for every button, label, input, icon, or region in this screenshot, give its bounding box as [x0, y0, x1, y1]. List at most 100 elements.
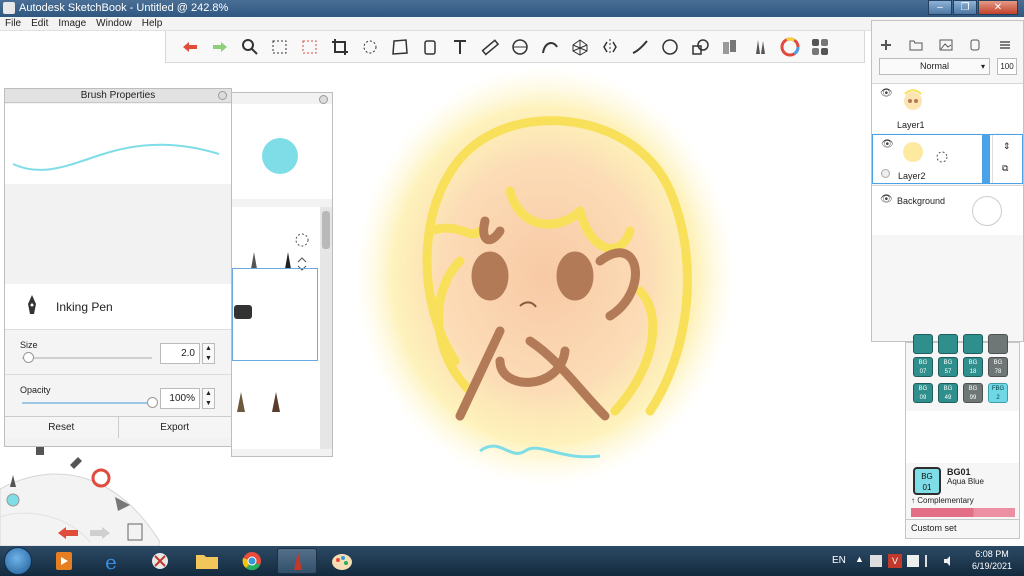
- copic-library-icon[interactable]: [716, 33, 743, 60]
- minimize-icon[interactable]: –: [928, 0, 952, 15]
- select-icon[interactable]: [266, 33, 293, 60]
- file-explorer-icon[interactable]: [187, 548, 227, 574]
- fill-icon[interactable]: [416, 33, 443, 60]
- copic-chip-bg57[interactable]: BG 57: [938, 357, 958, 377]
- transform-icon[interactable]: [356, 33, 383, 60]
- copic-chip-fbg2[interactable]: FBG 2: [988, 383, 1008, 403]
- layer-lock-radio[interactable]: [881, 169, 890, 178]
- media-player-icon[interactable]: [44, 548, 84, 574]
- stroke-icon[interactable]: [626, 33, 653, 60]
- layer-menu-icon[interactable]: [999, 39, 1011, 54]
- size-stepper[interactable]: ▲ ▼: [202, 343, 215, 364]
- visibility-eye-icon[interactable]: 👁: [881, 139, 894, 150]
- custom-set-label[interactable]: Custom set: [911, 523, 957, 533]
- copic-chip-bg07[interactable]: BG 07: [913, 357, 933, 377]
- tray-expand-icon[interactable]: ▲: [855, 554, 864, 564]
- visibility-eye-icon[interactable]: 👁: [880, 194, 893, 205]
- paint-icon[interactable]: [322, 548, 362, 574]
- text-icon[interactable]: [446, 33, 473, 60]
- opacity-stepper[interactable]: ▲ ▼: [202, 388, 215, 409]
- reset-button[interactable]: Reset: [5, 417, 118, 438]
- chrome-icon[interactable]: [232, 548, 272, 574]
- layer-name: Background: [897, 196, 946, 206]
- shape-icon[interactable]: [656, 33, 683, 60]
- maximize-icon[interactable]: ❐: [953, 0, 977, 15]
- visibility-eye-icon[interactable]: 👁: [880, 88, 893, 99]
- opacity-slider-track[interactable]: [22, 402, 152, 404]
- blend-mode-select[interactable]: Normal: [879, 58, 990, 75]
- brush-properties-close-icon[interactable]: [218, 91, 227, 100]
- size-slider-knob[interactable]: [23, 352, 35, 363]
- copic-chip-bg18[interactable]: BG 18: [963, 357, 983, 377]
- layer-row-layer1[interactable]: 👁 Layer1: [872, 83, 1023, 133]
- lagoon-tool-icon: [36, 447, 44, 455]
- distort-icon[interactable]: [386, 33, 413, 60]
- current-copic-chip[interactable]: BG 01: [913, 467, 941, 495]
- add-layer-icon[interactable]: [880, 39, 892, 54]
- network-warning-icon[interactable]: [907, 555, 919, 567]
- menu-window[interactable]: Window: [91, 17, 137, 30]
- copic-chip-bg78[interactable]: BG 78: [988, 357, 1008, 377]
- layer-row-layer2[interactable]: 👁 Layer2 ⇕ ⧉: [872, 134, 1023, 184]
- clock[interactable]: 6:08 PM 6/19/2021: [972, 548, 1012, 572]
- size-value[interactable]: 2.0: [160, 343, 200, 364]
- menu-help[interactable]: Help: [137, 17, 168, 30]
- brush-library-close-icon[interactable]: [319, 95, 328, 104]
- volume-icon[interactable]: [943, 555, 955, 567]
- antivirus-tray-icon[interactable]: V: [888, 554, 902, 568]
- menu-file[interactable]: File: [0, 17, 26, 30]
- copic-chip-bg09[interactable]: BG 09: [913, 383, 933, 403]
- perspective-icon[interactable]: [566, 33, 593, 60]
- copic-chip[interactable]: [938, 334, 958, 354]
- copic-chip-bg99[interactable]: BG 99: [963, 383, 983, 403]
- complementary-color-bar[interactable]: [911, 508, 1015, 517]
- copic-chip[interactable]: [963, 334, 983, 354]
- signal-icon[interactable]: [925, 555, 937, 567]
- brush-library-scrollbar[interactable]: [320, 207, 332, 449]
- sketchbook-taskbar-icon[interactable]: [277, 548, 317, 574]
- menu-edit[interactable]: Edit: [26, 17, 53, 30]
- layer-row-background[interactable]: 👁 Background: [872, 185, 1023, 235]
- symmetry-icon[interactable]: [596, 33, 623, 60]
- crop-icon[interactable]: [326, 33, 353, 60]
- folder-icon[interactable]: [909, 39, 923, 54]
- stamp-icon[interactable]: [686, 33, 713, 60]
- ellipse-guide-icon[interactable]: [506, 33, 533, 60]
- export-button[interactable]: Export: [117, 417, 232, 438]
- copic-chip[interactable]: [913, 334, 933, 354]
- snipping-tool-icon[interactable]: [140, 548, 180, 574]
- brush-library-icon[interactable]: [746, 33, 773, 60]
- tray-app-icon[interactable]: [870, 555, 882, 567]
- language-indicator[interactable]: EN: [832, 555, 846, 566]
- layer-opacity-field[interactable]: 100: [997, 58, 1017, 75]
- brush-color-swatch[interactable]: [262, 138, 298, 174]
- active-layer-indicator: [982, 134, 990, 184]
- start-button[interactable]: [4, 547, 32, 575]
- redo-icon[interactable]: [206, 33, 233, 60]
- internet-explorer-icon[interactable]: e: [93, 548, 133, 574]
- zoom-icon[interactable]: [236, 33, 263, 60]
- opacity-slider-knob[interactable]: [146, 397, 158, 408]
- lasso-select-icon[interactable]: [296, 33, 323, 60]
- opacity-value[interactable]: 100%: [160, 388, 200, 409]
- color-wheel-icon[interactable]: [776, 33, 803, 60]
- image-layer-icon[interactable]: [939, 39, 953, 54]
- merge-layer-icon[interactable]: ⧉: [1002, 163, 1008, 174]
- copic-chip-bg49[interactable]: BG 49: [938, 383, 958, 403]
- menu-image[interactable]: Image: [53, 17, 91, 30]
- palette-icon[interactable]: [806, 33, 833, 60]
- ruler-icon[interactable]: [476, 33, 503, 60]
- selected-brush-set[interactable]: [232, 268, 318, 361]
- background-color-swatch[interactable]: [972, 196, 1002, 226]
- french-curve-icon[interactable]: [536, 33, 563, 60]
- layer-select-icon[interactable]: [936, 151, 948, 166]
- copic-chip[interactable]: [988, 334, 1008, 354]
- size-slider-track[interactable]: [22, 357, 152, 359]
- stroke-preview: [5, 104, 231, 184]
- brush-paint-icon: [272, 392, 280, 412]
- close-icon[interactable]: ✕: [978, 0, 1018, 15]
- layer2-thumbnail: [903, 142, 923, 162]
- clear-layer-icon[interactable]: [969, 39, 981, 54]
- undo-icon[interactable]: [176, 33, 203, 60]
- move-layer-icon[interactable]: ⇕: [1003, 141, 1011, 152]
